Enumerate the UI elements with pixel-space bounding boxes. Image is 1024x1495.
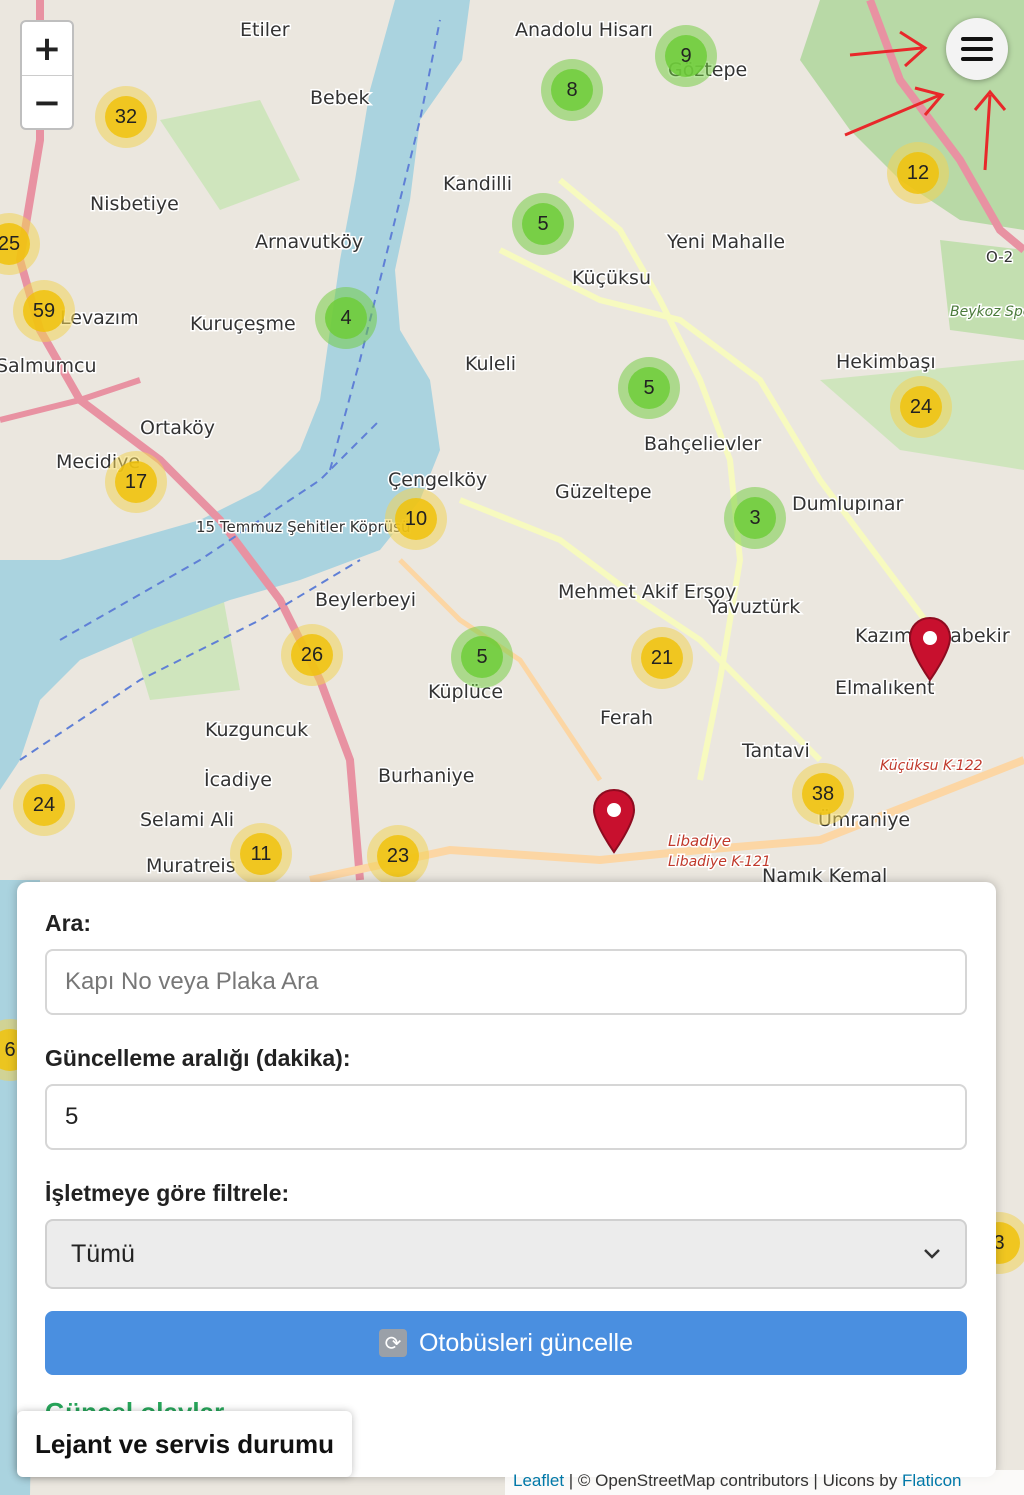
place-label: Küçüksu <box>572 267 651 289</box>
place-label: Hekimbaşı <box>836 351 936 373</box>
update-buses-button[interactable]: ⟳ Otobüsleri güncelle <box>45 1311 967 1375</box>
refresh-icon: ⟳ <box>378 1329 407 1357</box>
bus-cluster[interactable]: 59 <box>13 280 75 342</box>
leaflet-link[interactable]: Leaflet <box>513 1471 564 1490</box>
place-label: Ferah <box>600 707 653 729</box>
interval-label: Güncelleme aralığı (dakika): <box>45 1045 351 1071</box>
place-label: Yavuztürk <box>707 596 800 618</box>
place-label: Kandilli <box>443 173 512 195</box>
place-label: Kuleli <box>465 353 516 375</box>
place-label: Salmumcu <box>0 355 97 377</box>
place-label: Kuzguncuk <box>205 719 308 741</box>
zoom-in-button[interactable]: + <box>22 22 72 76</box>
place-label: Muratreis <box>146 855 236 877</box>
place-label: Yeni Mahalle <box>666 231 785 253</box>
operator-filter-select[interactable]: Tümü <box>45 1219 967 1289</box>
place-label: 15 Temmuz Şehitler Köprüsü <box>196 518 411 536</box>
menu-button[interactable] <box>946 18 1008 80</box>
location-marker-icon[interactable] <box>591 788 637 854</box>
place-label: Libadiye <box>668 832 731 850</box>
search-label: Ara: <box>45 910 92 936</box>
place-label: Beykoz Spor Ormanı <box>950 304 1024 320</box>
chevron-down-icon <box>924 1249 940 1259</box>
place-label: Selami Ali <box>140 809 234 831</box>
place-label: Bebek <box>310 87 369 109</box>
location-marker-icon[interactable] <box>907 616 953 682</box>
place-label: Burhaniye <box>378 765 475 787</box>
place-label: Küçüksu K-122 <box>880 758 983 774</box>
bus-cluster[interactable]: 4 <box>315 287 377 349</box>
place-label: Bahçelievler <box>644 433 761 455</box>
zoom-control: + − <box>20 20 74 130</box>
bus-cluster[interactable]: 24 <box>13 774 75 836</box>
bus-cluster[interactable]: 5 <box>512 193 574 255</box>
attribution-text: | © OpenStreetMap contributors | Uicons … <box>564 1471 902 1490</box>
place-label: Kuruçeşme <box>190 313 296 335</box>
bus-cluster[interactable]: 5 <box>618 357 680 419</box>
bus-cluster[interactable]: 9 <box>655 25 717 87</box>
map-attribution: Leaflet | © OpenStreetMap contributors |… <box>505 1470 1024 1495</box>
bus-cluster[interactable]: 26 <box>281 624 343 686</box>
flaticon-link[interactable]: Flaticon <box>902 1471 962 1490</box>
place-label: Ortaköy <box>140 417 215 439</box>
bus-cluster[interactable]: 23 <box>367 825 429 887</box>
bus-cluster[interactable]: 17 <box>105 451 167 513</box>
bus-cluster[interactable]: 8 <box>541 59 603 121</box>
bus-cluster[interactable]: 21 <box>631 627 693 689</box>
bus-cluster[interactable]: 10 <box>385 488 447 550</box>
place-label: Nisbetiye <box>90 193 179 215</box>
search-input[interactable] <box>45 949 967 1015</box>
place-label: İcadiye <box>204 768 272 791</box>
place-label: O-2 <box>986 248 1013 266</box>
bus-cluster[interactable]: 38 <box>792 763 854 825</box>
place-label: Güzeltepe <box>555 481 652 503</box>
control-panel: Ara: Güncelleme aralığı (dakika): İşletm… <box>17 882 996 1477</box>
bus-cluster[interactable]: 3 <box>724 487 786 549</box>
zoom-out-button[interactable]: − <box>22 76 72 128</box>
place-label: Dumlupınar <box>792 493 904 515</box>
bus-cluster[interactable]: 12 <box>887 142 949 204</box>
hamburger-menu-icon <box>961 37 993 41</box>
bus-cluster[interactable]: 11 <box>230 823 292 885</box>
interval-input[interactable] <box>45 1084 967 1150</box>
place-label: Etiler <box>240 19 290 41</box>
bus-cluster[interactable]: 24 <box>890 376 952 438</box>
bus-cluster[interactable]: 5 <box>451 626 513 688</box>
bus-cluster[interactable]: 32 <box>95 86 157 148</box>
place-label: Çengelköy <box>388 469 487 491</box>
filter-selected-value: Tümü <box>71 1239 135 1268</box>
hamburger-line <box>961 57 993 61</box>
place-label: Beylerbeyi <box>315 589 416 611</box>
place-label: Libadiye K-121 <box>668 854 771 870</box>
update-buses-label: Otobüsleri güncelle <box>418 1328 633 1357</box>
legend-button[interactable]: Lejant ve servis durumu <box>17 1411 352 1477</box>
place-label: Arnavutköy <box>255 231 363 253</box>
place-label: Tantavi <box>741 740 810 762</box>
filter-label: İşletmeye göre filtrele: <box>45 1180 290 1206</box>
hamburger-line <box>961 47 993 51</box>
place-label: Anadolu Hisarı <box>515 19 653 41</box>
